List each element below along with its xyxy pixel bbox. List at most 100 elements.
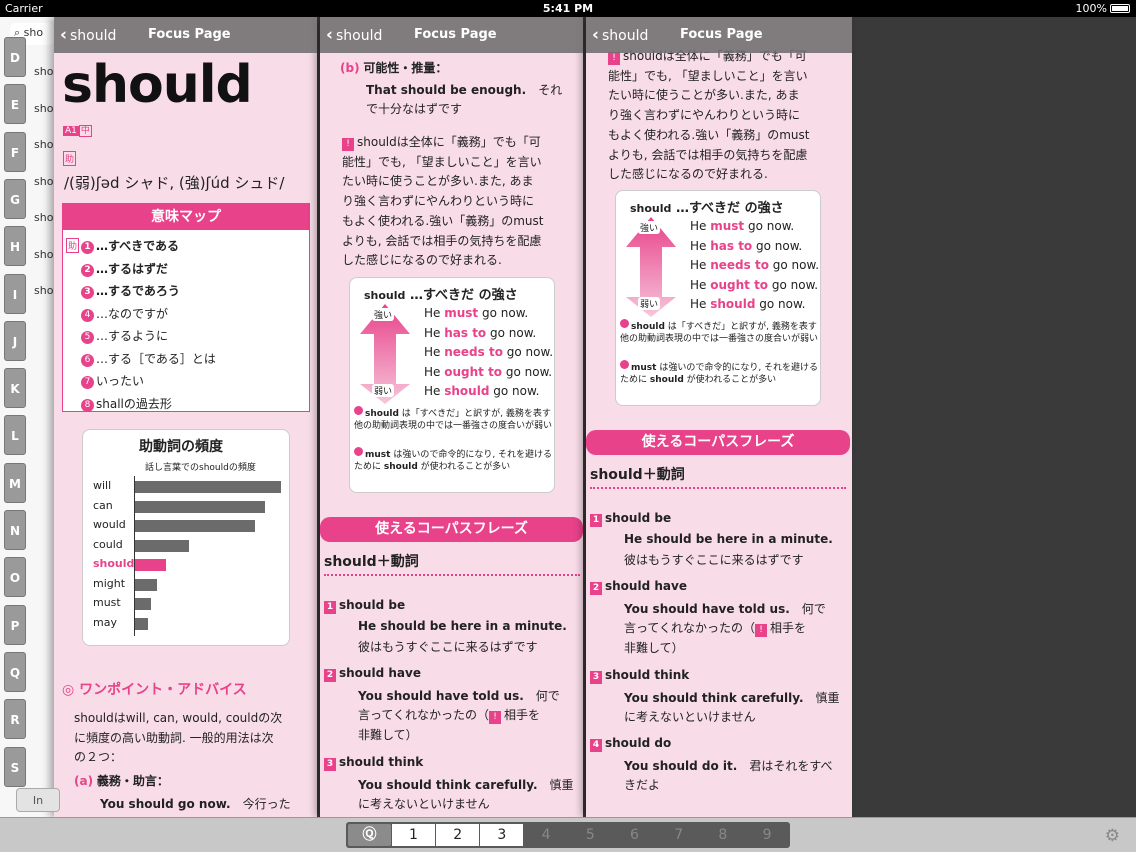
meaning-item[interactable]: 2 …するはずだ xyxy=(81,260,168,277)
page-2-button[interactable]: 2 xyxy=(436,824,480,846)
note-text: たい時に使うことが多い.また, あま xyxy=(342,174,534,189)
meaning-text: …する［である］とは xyxy=(96,351,216,366)
meaning-item[interactable]: 3 …するであろう xyxy=(81,282,180,299)
result-row[interactable]: sho xyxy=(34,248,53,261)
index-letter-l[interactable]: L xyxy=(4,415,26,456)
strength-subject: He xyxy=(690,219,711,233)
page-5-button[interactable]: 5 xyxy=(569,824,612,846)
strength-subject: He xyxy=(690,277,711,292)
focus-panel-1: ‹ should Focus Page should A1 中 助 /(弱)ʃəd … xyxy=(54,17,317,817)
phrase-number: 2 xyxy=(590,582,602,595)
note-text: よりも, 会話では相手の気持ちを配慮 xyxy=(608,147,808,162)
phrase-heading[interactable]: 4 should do xyxy=(590,736,671,752)
page-9-button[interactable]: 9 xyxy=(746,824,789,846)
phrase-number: 1 xyxy=(590,514,602,527)
result-row[interactable]: sho xyxy=(34,284,53,297)
chart-tick-label: must xyxy=(93,596,121,609)
page-6-button[interactable]: 6 xyxy=(613,824,656,846)
strong-label: 強い xyxy=(372,308,395,321)
meaning-item[interactable]: 6 …する［である］とは xyxy=(81,350,216,367)
status-bar: Carrier 5:41 PM 100% xyxy=(0,0,1136,17)
phrase-english: He should be here in a minute. xyxy=(624,532,833,546)
bottom-toolbar: In Ⓠ 123456789 ⚙ xyxy=(0,788,1136,852)
page-1-button[interactable]: 1 xyxy=(392,824,435,846)
index-letter-s[interactable]: S xyxy=(4,746,26,787)
index-letter-n[interactable]: N xyxy=(4,510,26,550)
result-row[interactable]: sho xyxy=(34,211,53,224)
usage-title: 可能性・推量： xyxy=(363,61,448,75)
chevron-left-icon: ‹ xyxy=(60,25,68,45)
usage-title: 義務・助言： xyxy=(96,774,169,788)
strength-row: He should go now. xyxy=(690,297,805,311)
phrase-number: 2 xyxy=(324,669,336,682)
meaning-item[interactable]: 4 …なのですが xyxy=(81,305,168,322)
strength-modal: needs to xyxy=(710,258,769,273)
note-dot-icon xyxy=(620,360,629,369)
result-row[interactable]: sho xyxy=(34,138,53,151)
one-point-title: ◎ ワンポイント・アドバイス xyxy=(62,682,247,698)
strength-modal: must xyxy=(444,306,479,320)
headword: should xyxy=(62,55,253,115)
phrase-translation: 彼はもうすぐここに来るはずです xyxy=(624,553,804,567)
index-letter-m[interactable]: M xyxy=(4,462,26,503)
phrase-heading[interactable]: 2 should have xyxy=(590,579,687,595)
index-letter-e[interactable]: E xyxy=(4,84,26,125)
phrase-number: 3 xyxy=(324,758,336,771)
page-7-button[interactable]: 7 xyxy=(657,824,700,846)
meaning-item[interactable]: 8 shallの過去形 xyxy=(81,395,172,412)
meaning-number: 4 xyxy=(81,308,94,322)
index-letter-q[interactable]: Q xyxy=(4,651,26,692)
gear-icon[interactable]: ⚙ xyxy=(1105,826,1120,846)
result-row[interactable]: sho xyxy=(34,175,53,188)
meaning-item[interactable]: 5 …するように xyxy=(81,327,168,344)
index-letter-o[interactable]: O xyxy=(4,557,26,598)
index-letter-r[interactable]: R xyxy=(4,699,26,740)
back-button[interactable]: ‹ should xyxy=(592,25,648,45)
phrase-heading[interactable]: 3 should think xyxy=(590,668,689,684)
phrase-heading[interactable]: 1 should be xyxy=(324,598,405,614)
strength-row: He needs to go now. xyxy=(424,345,553,359)
strength-verb: go now. xyxy=(489,384,540,399)
strong-label: 強い xyxy=(638,221,661,234)
usage-example: That should be enough. xyxy=(366,83,527,97)
page-8-button[interactable]: 8 xyxy=(701,824,744,846)
back-button[interactable]: ‹ should xyxy=(60,25,116,45)
meaning-text: いったい xyxy=(96,374,145,388)
note-text: 能性」でも, 「望ましいこと」を言い xyxy=(608,68,808,83)
index-letter-i[interactable]: I xyxy=(4,273,26,314)
index-letter-p[interactable]: P xyxy=(4,604,26,645)
index-letter-g[interactable]: G xyxy=(4,178,26,219)
usage-example: You should go now. xyxy=(100,797,231,811)
index-letter-k[interactable]: K xyxy=(4,368,26,409)
back-button[interactable]: ‹ should xyxy=(326,25,382,45)
page-4-button[interactable]: 4 xyxy=(525,824,568,846)
phrase-translation: に考えないといけません xyxy=(358,797,490,811)
phrase-example: You should think carefully. 慎重 xyxy=(358,778,574,792)
one-point-text: の２つ： xyxy=(74,750,123,764)
phrase-heading[interactable]: 2 should have xyxy=(324,666,421,682)
meaning-item[interactable]: 1 …すべきである xyxy=(81,237,179,254)
meaning-item[interactable]: 7 いったい xyxy=(81,372,144,389)
meaning-text: shallの過去形 xyxy=(96,396,172,411)
index-letter-f[interactable]: F xyxy=(4,131,26,172)
index-button[interactable]: In xyxy=(16,788,60,812)
index-letter-h[interactable]: H xyxy=(4,226,26,267)
index-letter-d[interactable]: D xyxy=(4,37,26,77)
result-row[interactable]: sho xyxy=(34,102,53,115)
phrase-heading[interactable]: 3 should think xyxy=(324,755,423,771)
focus-panel-3: ‹ should Focus Page should …すべきだ の強さ 強い 弱い H… xyxy=(586,17,852,817)
strength-row: He ought to go now. xyxy=(424,365,552,379)
strength-title: should …すべきだ の強さ xyxy=(364,288,518,303)
meaning-text: …するであろう xyxy=(96,284,180,298)
chart-tick-label: should xyxy=(93,557,135,570)
search-mode-icon[interactable]: Ⓠ xyxy=(348,824,391,846)
phrase-heading[interactable]: 1 should be xyxy=(590,511,671,527)
strength-subject: He xyxy=(690,258,711,273)
page-3-button[interactable]: 3 xyxy=(480,824,524,846)
panel-title: Focus Page xyxy=(680,27,763,42)
meaning-number: 5 xyxy=(81,331,94,344)
result-row[interactable]: sho xyxy=(34,65,53,78)
index-letter-j[interactable]: J xyxy=(4,320,26,361)
usage-label: (a) xyxy=(74,774,94,788)
strength-note: must は強いので命令的になり, それを避けるために should が使われる… xyxy=(354,447,554,473)
